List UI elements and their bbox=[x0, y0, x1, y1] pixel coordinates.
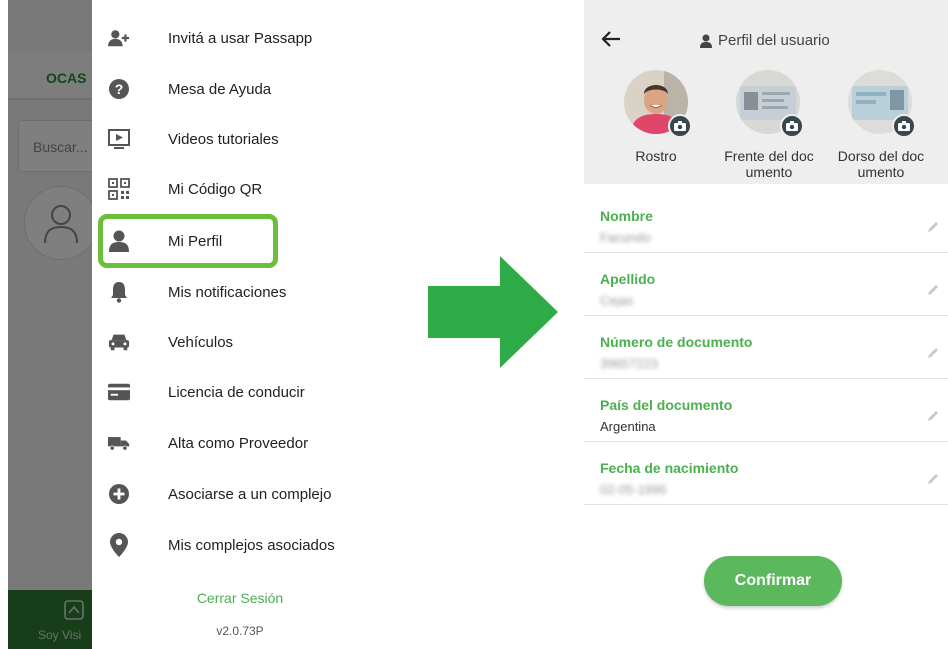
menu-item-label: Mis notificaciones bbox=[168, 283, 287, 301]
menu-item-label: Alta como Proveedor bbox=[168, 434, 309, 452]
menu-item-label: Mis complejos asociados bbox=[168, 536, 335, 554]
pencil-icon[interactable] bbox=[926, 472, 940, 486]
menu-item-label: Vehículos bbox=[168, 333, 234, 351]
photo-label-face: Rostro bbox=[635, 148, 677, 164]
qr-code-icon bbox=[108, 178, 130, 200]
field-document-number[interactable]: Número de documento 39657223 bbox=[584, 316, 948, 379]
menu-item-label: Mesa de Ayuda bbox=[168, 80, 272, 98]
field-value: Cejas bbox=[600, 293, 634, 308]
menu-item-label: Licencia de conducir bbox=[168, 383, 305, 401]
truck-icon bbox=[108, 432, 130, 454]
pencil-icon[interactable] bbox=[926, 220, 940, 234]
photo-label-document-front: Frente del documento bbox=[724, 148, 814, 180]
video-icon bbox=[108, 128, 130, 150]
field-value: 39657223 bbox=[600, 356, 658, 371]
person-icon bbox=[700, 34, 712, 48]
profile-header: Perfil del usuario Rostro Frente del doc… bbox=[584, 0, 948, 184]
menu-item-help[interactable]: ? Mesa de Ayuda bbox=[92, 65, 388, 113]
profile-title-group: Perfil del usuario bbox=[700, 32, 830, 49]
field-label: Nombre bbox=[600, 208, 653, 224]
field-birth-date[interactable]: Fecha de nacimiento 02-05-1996 bbox=[584, 442, 948, 505]
page-title: Perfil del usuario bbox=[718, 32, 830, 49]
menu-item-join-complex[interactable]: Asociarse a un complejo bbox=[92, 470, 388, 518]
face-photo[interactable] bbox=[624, 70, 692, 138]
confirm-button[interactable]: Confirmar bbox=[704, 556, 842, 606]
menu-item-qr[interactable]: Mi Código QR bbox=[92, 165, 388, 213]
menu-item-label: Asociarse a un complejo bbox=[168, 485, 332, 503]
location-pin-icon bbox=[108, 533, 130, 557]
card-icon bbox=[108, 381, 130, 403]
navigation-drawer: Invitá a usar Passapp ? Mesa de Ayuda Vi… bbox=[92, 0, 388, 649]
photo-label-document-back: Dorso del documento bbox=[837, 148, 925, 180]
field-value: Facundo bbox=[600, 230, 651, 245]
menu-item-vehicles[interactable]: Vehículos bbox=[92, 318, 388, 366]
pencil-icon[interactable] bbox=[926, 283, 940, 297]
field-document-country[interactable]: País del documento Argentina bbox=[584, 379, 948, 442]
add-user-icon bbox=[108, 27, 130, 49]
field-label: Apellido bbox=[600, 271, 656, 287]
camera-icon[interactable] bbox=[892, 114, 916, 138]
logout-button[interactable]: Cerrar Sesión bbox=[92, 590, 388, 606]
camera-icon[interactable] bbox=[780, 114, 804, 138]
field-label: Fecha de nacimiento bbox=[600, 460, 739, 476]
right-phone-screen: Perfil del usuario Rostro Frente del doc… bbox=[584, 0, 948, 649]
menu-item-my-complexes[interactable]: Mis complejos asociados bbox=[92, 521, 388, 569]
plus-circle-icon bbox=[108, 483, 130, 505]
back-arrow-icon[interactable] bbox=[600, 28, 622, 50]
document-back-photo[interactable] bbox=[848, 70, 916, 138]
menu-item-videos[interactable]: Videos tutoriales bbox=[92, 115, 388, 163]
field-value: 02-05-1996 bbox=[600, 482, 667, 497]
menu-item-notifications[interactable]: Mis notificaciones bbox=[92, 268, 388, 316]
pencil-icon[interactable] bbox=[926, 409, 940, 423]
left-phone-screen: OCAS Buscar... Soy Visi Invitá a usar Pa… bbox=[8, 0, 388, 649]
menu-item-invite[interactable]: Invitá a usar Passapp bbox=[92, 14, 388, 62]
highlight-box bbox=[98, 214, 278, 268]
field-first-name[interactable]: Nombre Facundo bbox=[584, 190, 948, 253]
menu-item-provider[interactable]: Alta como Proveedor bbox=[92, 419, 388, 467]
bell-icon bbox=[108, 281, 130, 303]
menu-item-license[interactable]: Licencia de conducir bbox=[92, 368, 388, 416]
pencil-icon[interactable] bbox=[926, 346, 940, 360]
field-value: Argentina bbox=[600, 419, 656, 434]
camera-icon[interactable] bbox=[668, 114, 692, 138]
car-icon bbox=[108, 331, 130, 353]
field-last-name[interactable]: Apellido Cejas bbox=[584, 253, 948, 316]
menu-item-label: Invitá a usar Passapp bbox=[168, 29, 313, 47]
transition-arrow-icon bbox=[428, 256, 558, 368]
menu-item-label: Mi Código QR bbox=[168, 180, 263, 198]
app-version: v2.0.73P bbox=[216, 624, 264, 638]
svg-text:?: ? bbox=[115, 81, 124, 97]
field-label: País del documento bbox=[600, 397, 733, 413]
document-front-photo[interactable] bbox=[736, 70, 804, 138]
help-icon: ? bbox=[108, 78, 130, 100]
menu-item-label: Videos tutoriales bbox=[168, 130, 279, 148]
field-label: Número de documento bbox=[600, 334, 753, 350]
